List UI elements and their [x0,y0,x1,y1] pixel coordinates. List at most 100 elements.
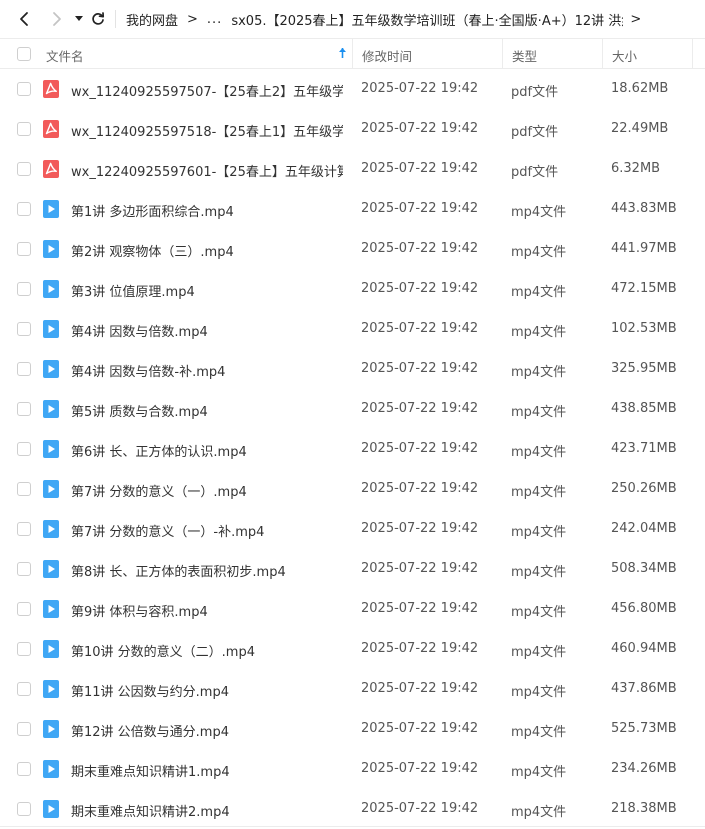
file-size: 508.34MB [611,561,677,576]
refresh-button[interactable] [87,0,109,38]
file-row[interactable]: 第10讲 分数的意义（二）.mp4 2025-07-22 19:42 mp4文件 46… [0,629,705,669]
file-row[interactable]: wx_11240925597507-【25春上2】五年级学生... 2025-07… [0,69,705,109]
column-divider[interactable] [502,39,503,69]
file-row[interactable]: 第6讲 长、正方体的认识.mp4 2025-07-22 19:42 mp4文件 423… [0,429,705,469]
file-name[interactable]: 第4讲 因数与倍数.mp4 [71,321,208,340]
chevron-left-icon [20,12,28,26]
file-row[interactable]: 第11讲 公因数与约分.mp4 2025-07-22 19:42 mp4文件 437.… [0,669,705,709]
row-checkbox[interactable] [17,402,31,416]
toolbar-divider [115,10,116,28]
back-button[interactable] [9,0,39,38]
list-bottom-border [0,826,705,827]
file-row[interactable]: 第7讲 分数的意义（一）.mp4 2025-07-22 19:42 mp4文件 250… [0,469,705,509]
row-checkbox[interactable] [17,602,31,616]
file-size: 525.73MB [611,721,677,736]
row-checkbox[interactable] [17,522,31,536]
file-name[interactable]: 第11讲 公因数与约分.mp4 [71,681,229,700]
file-row[interactable]: wx_11240925597518-【25春上1】五年级学生... 2025-07… [0,109,705,149]
file-row[interactable]: 第8讲 长、正方体的表面积初步.mp4 2025-07-22 19:42 mp4文件… [0,549,705,589]
breadcrumb-current: sx05.【2025春上】五年级数学培训班（春上·全国版·A+）12讲 洪然O [231,13,624,29]
file-name[interactable]: wx_11240925597507-【25春上2】五年级学生... [71,81,343,100]
file-name[interactable]: 期末重难点知识精讲2.mp4 [71,801,230,820]
file-type: mp4文件 [511,645,567,660]
file-row[interactable]: 第7讲 分数的意义（一）-补.mp4 2025-07-22 19:42 mp4文件 2… [0,509,705,549]
video-file-icon [42,320,60,338]
file-name[interactable]: 第8讲 长、正方体的表面积初步.mp4 [71,561,286,580]
video-file-icon [42,240,60,258]
file-row[interactable]: 第2讲 观察物体（三）.mp4 2025-07-22 19:42 mp4文件 441.… [0,229,705,269]
file-row[interactable]: 第4讲 因数与倍数-补.mp4 2025-07-22 19:42 mp4文件 325.… [0,349,705,389]
file-name[interactable]: 第2讲 观察物体（三）.mp4 [71,241,234,260]
history-dropdown-button[interactable] [71,0,87,38]
breadcrumb-end-separator[interactable]: > [630,12,641,27]
video-file-icon [42,520,60,538]
file-row[interactable]: 第9讲 体积与容积.mp4 2025-07-22 19:42 mp4文件 456.80… [0,589,705,629]
row-checkbox[interactable] [17,82,31,96]
column-header-modified[interactable]: 修改时间 [362,46,412,65]
video-file-icon [42,760,60,778]
file-modified-time: 2025-07-22 19:42 [361,121,479,136]
column-divider[interactable] [352,39,353,69]
file-name[interactable]: 第5讲 质数与合数.mp4 [71,401,208,420]
video-file-icon [42,600,60,618]
file-modified-time: 2025-07-22 19:42 [361,681,479,696]
breadcrumb-ellipsis[interactable]: ... [207,12,222,27]
column-header-name[interactable]: 文件名 [46,46,84,65]
file-row[interactable]: 期末重难点知识精讲1.mp4 2025-07-22 19:42 mp4文件 234.2… [0,749,705,789]
file-name[interactable]: 期末重难点知识精讲1.mp4 [71,761,230,780]
file-type: pdf文件 [511,165,559,180]
file-modified-time: 2025-07-22 19:42 [361,281,479,296]
file-size: 437.86MB [611,681,677,696]
row-checkbox[interactable] [17,722,31,736]
file-modified-time: 2025-07-22 19:42 [361,161,479,176]
row-checkbox[interactable] [17,562,31,576]
file-row[interactable]: 第3讲 位值原理.mp4 2025-07-22 19:42 mp4文件 472.15M… [0,269,705,309]
row-checkbox[interactable] [17,162,31,176]
row-checkbox[interactable] [17,242,31,256]
sort-ascending-arrow-icon[interactable] [338,47,347,59]
row-checkbox[interactable] [17,482,31,496]
row-checkbox[interactable] [17,282,31,296]
file-size: 423.71MB [611,441,677,456]
forward-button[interactable] [43,0,71,38]
row-checkbox[interactable] [17,322,31,336]
file-name[interactable]: 第6讲 长、正方体的认识.mp4 [71,441,247,460]
column-divider[interactable] [692,39,693,69]
video-file-icon [42,200,60,218]
file-name[interactable]: wx_11240925597518-【25春上1】五年级学生... [71,121,343,140]
column-header-type[interactable]: 类型 [512,46,537,65]
row-checkbox[interactable] [17,642,31,656]
column-divider[interactable] [602,39,603,69]
pdf-file-icon [42,80,60,98]
file-name[interactable]: 第7讲 分数的意义（一）-补.mp4 [71,521,264,540]
file-name[interactable]: wx_12240925597601-【25春上】五年级计算天... [71,161,343,180]
file-name[interactable]: 第1讲 多边形面积综合.mp4 [71,201,234,220]
breadcrumb-root[interactable]: 我的网盘 [126,10,178,29]
file-modified-time: 2025-07-22 19:42 [361,441,479,456]
row-checkbox[interactable] [17,442,31,456]
video-file-icon [42,400,60,418]
row-checkbox[interactable] [17,362,31,376]
row-checkbox[interactable] [17,202,31,216]
file-name[interactable]: 第3讲 位值原理.mp4 [71,281,195,300]
file-name[interactable]: 第9讲 体积与容积.mp4 [71,601,208,620]
file-row[interactable]: 第4讲 因数与倍数.mp4 2025-07-22 19:42 mp4文件 102.53… [0,309,705,349]
row-checkbox[interactable] [17,762,31,776]
select-all-checkbox[interactable] [17,47,31,61]
file-row[interactable]: 第12讲 公倍数与通分.mp4 2025-07-22 19:42 mp4文件 525.… [0,709,705,749]
video-file-icon [42,480,60,498]
file-row[interactable]: wx_12240925597601-【25春上】五年级计算天... 2025-07… [0,149,705,189]
file-row[interactable]: 期末重难点知识精讲2.mp4 2025-07-22 19:42 mp4文件 218.3… [0,789,705,829]
file-name[interactable]: 第7讲 分数的意义（一）.mp4 [71,481,247,500]
file-row[interactable]: 第5讲 质数与合数.mp4 2025-07-22 19:42 mp4文件 438.85… [0,389,705,429]
row-checkbox[interactable] [17,122,31,136]
file-type: mp4文件 [511,245,567,260]
file-name[interactable]: 第10讲 分数的意义（二）.mp4 [71,641,255,660]
column-header-size[interactable]: 大小 [612,46,637,65]
file-name[interactable]: 第4讲 因数与倍数-补.mp4 [71,361,225,380]
row-checkbox[interactable] [17,802,31,816]
file-type: mp4文件 [511,205,567,220]
file-row[interactable]: 第1讲 多边形面积综合.mp4 2025-07-22 19:42 mp4文件 443.… [0,189,705,229]
row-checkbox[interactable] [17,682,31,696]
file-name[interactable]: 第12讲 公倍数与通分.mp4 [71,721,229,740]
